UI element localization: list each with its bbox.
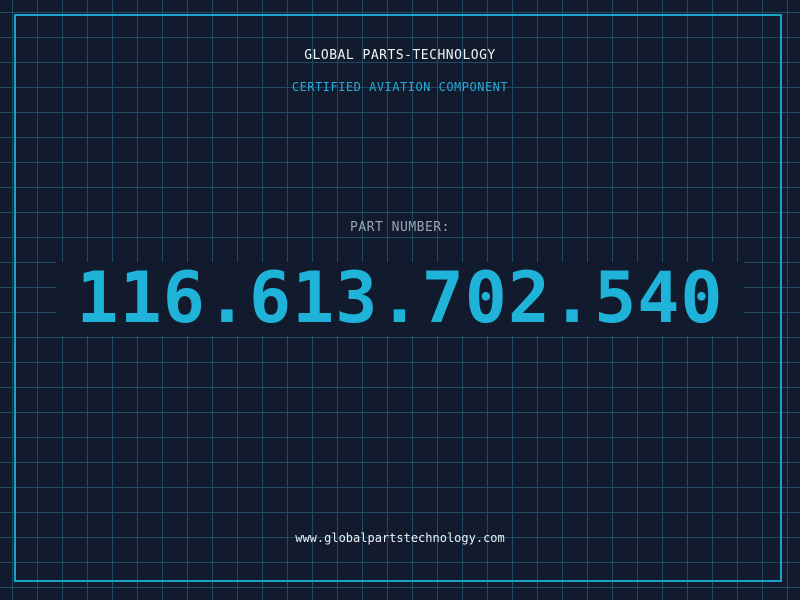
tagline: CERTIFIED AVIATION COMPONENT xyxy=(291,80,509,94)
company-name: GLOBAL PARTS-TECHNOLOGY xyxy=(304,48,496,63)
part-number-value: 116.613.702.540 xyxy=(76,257,724,339)
website-url: www.globalpartstechnology.com xyxy=(295,531,505,545)
part-number-label: PART NUMBER: xyxy=(350,220,450,235)
